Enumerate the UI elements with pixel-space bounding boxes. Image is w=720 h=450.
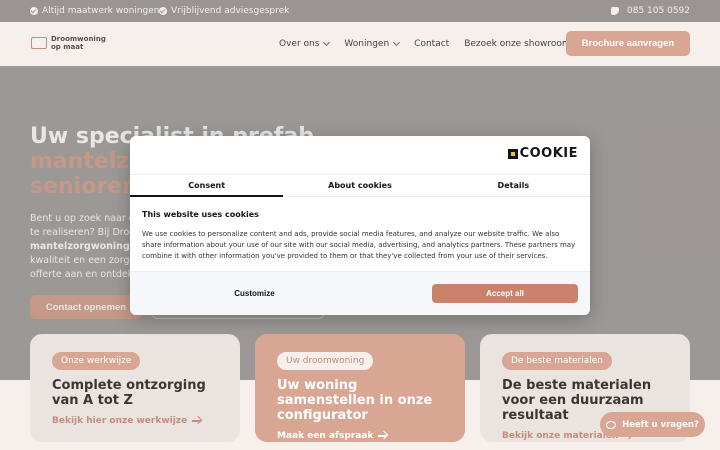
house-icon	[31, 37, 47, 49]
usp-item: Altijd maatwerk woningen	[30, 6, 160, 16]
main-nav: Over ons Woningen Contact Bezoek onze sh…	[279, 38, 586, 49]
check-icon	[30, 7, 38, 15]
cookie-dialog: COOKIE Consent About cookies Details Thi…	[130, 136, 590, 315]
tab-details[interactable]: Details	[437, 175, 590, 196]
chevron-down-icon	[393, 38, 401, 47]
nav-item-contact[interactable]: Contact	[414, 39, 449, 49]
brochure-button[interactable]: Brochure aanvragen	[566, 31, 690, 56]
feature-card[interactable]: Uw droomwoning Uw woning samenstellen in…	[255, 334, 465, 442]
card-tag: Uw droomwoning	[277, 352, 374, 370]
nav-item-over-ons[interactable]: Over ons	[279, 38, 331, 49]
cookiebot-icon	[507, 148, 518, 159]
usp-item: Vrijblijvend adviesgesprek	[159, 6, 289, 16]
chat-bubble-icon	[606, 420, 617, 429]
usp-text: Vrijblijvend adviesgesprek	[171, 6, 290, 16]
phone-icon	[611, 7, 620, 15]
logo-text: Droomwoning op maat	[51, 35, 106, 51]
nav-item-woningen[interactable]: Woningen	[344, 38, 401, 49]
card-tag: Onze werkwijze	[52, 352, 141, 370]
card-title: Complete ontzorging van A tot Z	[52, 378, 206, 408]
usp-text: Altijd maatwerk woningen	[42, 6, 160, 16]
check-icon	[159, 7, 167, 15]
card-tag: De beste materialen	[502, 352, 612, 370]
cookie-heading: This website uses cookies	[142, 210, 259, 219]
arrow-right-icon	[378, 435, 388, 437]
tab-about-cookies[interactable]: About cookies	[283, 175, 436, 196]
card-link[interactable]: Maak een afspraak	[277, 431, 443, 441]
phone-number[interactable]: 085 105 0592	[627, 6, 690, 16]
cookie-body: This website uses cookies We use cookies…	[142, 210, 578, 262]
cookie-footer: Customize Accept all	[130, 271, 590, 315]
arrow-right-icon	[192, 420, 202, 422]
phone-link[interactable]: 085 105 0592	[611, 6, 690, 16]
site-logo[interactable]: Droomwoning op maat	[31, 35, 106, 51]
tab-consent[interactable]: Consent	[130, 175, 284, 197]
cookiebot-logo: COOKIE	[507, 146, 578, 161]
top-bar: Altijd maatwerk woningen Vrijblijvend ad…	[0, 0, 720, 22]
accept-all-button[interactable]: Accept all	[432, 284, 578, 303]
card-title: Uw woning samenstellen in onze configura…	[277, 378, 433, 423]
site-header: Droomwoning op maat Over ons Woningen Co…	[0, 22, 720, 66]
chat-button[interactable]: Heeft u vragen?	[600, 412, 705, 437]
cookie-tabs: Consent About cookies Details	[130, 174, 590, 197]
feature-card[interactable]: Onze werkwijze Complete ontzorging van A…	[30, 334, 240, 442]
card-link[interactable]: Bekijk hier onze werkwijze	[52, 416, 218, 426]
cookie-text: We use cookies to personalize content an…	[142, 230, 576, 260]
nav-item-showroom[interactable]: Bezoek onze showroom	[464, 39, 570, 49]
chevron-down-icon	[323, 38, 331, 47]
customize-button[interactable]: Customize	[142, 284, 367, 303]
